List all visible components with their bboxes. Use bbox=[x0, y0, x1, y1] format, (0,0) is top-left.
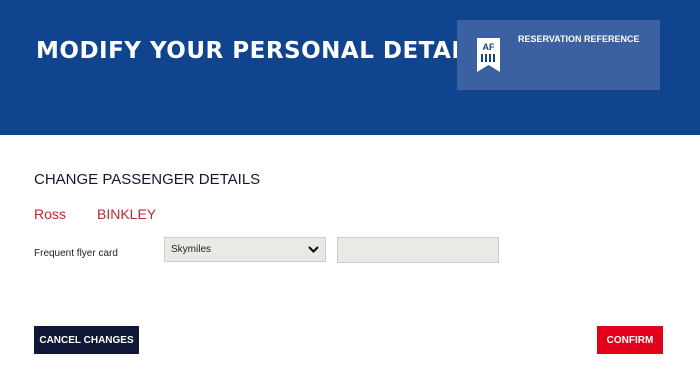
frequent-flyer-program-select[interactable]: Skymiles bbox=[164, 237, 326, 262]
air-france-badge-icon: AF bbox=[477, 38, 500, 72]
frequent-flyer-label: Frequent flyer card bbox=[34, 248, 118, 259]
reservation-reference-panel: AF RESERVATION REFERENCE bbox=[457, 20, 660, 90]
passenger-first-name: Ross bbox=[34, 206, 66, 222]
section-title: CHANGE PASSENGER DETAILS bbox=[34, 171, 261, 188]
confirm-button[interactable]: CONFIRM bbox=[597, 326, 663, 354]
page-header: MODIFY YOUR PERSONAL DETAILS AF RESERVAT… bbox=[0, 0, 700, 135]
page-title: MODIFY YOUR PERSONAL DETAILS bbox=[36, 38, 493, 64]
chevron-down-icon bbox=[308, 246, 319, 254]
passenger-last-name: BINKLEY bbox=[97, 206, 157, 222]
badge-text: AF bbox=[483, 42, 495, 52]
reservation-reference-label: RESERVATION REFERENCE bbox=[518, 34, 640, 44]
frequent-flyer-number-input[interactable] bbox=[337, 237, 499, 263]
cancel-changes-button[interactable]: CANCEL CHANGES bbox=[34, 326, 139, 354]
selected-program: Skymiles bbox=[171, 244, 212, 255]
